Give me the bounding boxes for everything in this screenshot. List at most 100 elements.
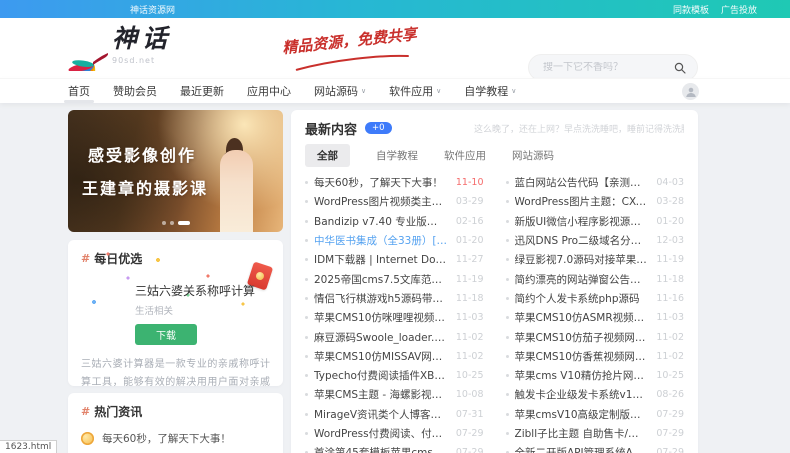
latest-content-card: 最新内容 +0 这么晚了，还在上网？早点洗洗睡吧，睡前记得洗洗脚哦! 全部自学教… — [291, 110, 698, 453]
article-row: Zibll子比主题 自助售卡/发卡插件 源码 | WordPr...07-29 — [506, 424, 685, 443]
article-link[interactable]: 2025帝国cms7.5文库范文自动生成word文档/文... — [314, 272, 448, 287]
article-link[interactable]: 绿豆影视7.0源码对接苹果CMS V10原生影视AP... — [515, 252, 649, 267]
article-date: 07-29 — [456, 447, 484, 453]
download-button[interactable]: 下载 — [135, 324, 197, 345]
article-link[interactable]: 苹果CMS10仿香蕉视频网站源码_MDYS19 — [515, 349, 649, 364]
article-link[interactable]: 中华医书集成（全33册）[传统文化] — [314, 233, 448, 248]
topbar-link[interactable]: 广告投放 — [721, 3, 757, 16]
article-link[interactable]: 苹果CMS10仿MISSAV网站源码_MDYS18 — [314, 349, 448, 364]
article-link[interactable]: 苹果cms V10精仿抢片网自适应模板 — [515, 368, 649, 383]
user-avatar[interactable] — [682, 83, 699, 100]
bullet-icon — [305, 278, 308, 281]
nav-item-网站源码[interactable]: 网站源码∨ — [314, 79, 366, 103]
article-date: 11-02 — [456, 332, 484, 343]
topbar-link[interactable]: 同款模板 — [673, 3, 709, 16]
article-link[interactable]: Bandizip v7.40 专业版激活补丁密钥 — [314, 214, 448, 229]
article-link[interactable]: 苹果CMS主题 - 海螺影视主题v5.3自适应主题/ ... — [314, 387, 448, 402]
nav-item-首页[interactable]: 首页 — [68, 79, 90, 103]
bullet-icon — [506, 239, 509, 242]
chevron-down-icon: ∨ — [436, 87, 441, 95]
daily-item-category: 生活相关 — [135, 303, 270, 317]
article-date: 11-16 — [656, 293, 684, 304]
bullet-icon — [506, 297, 509, 300]
bullet-icon — [305, 316, 308, 319]
article-row: 新版UI微信小程序影视源码 苹果CMS小程序源码 01-20 — [506, 212, 685, 231]
article-date: 03-28 — [656, 196, 684, 207]
logo-domain: 90sd.net — [112, 56, 172, 65]
search-icon[interactable] — [674, 62, 686, 74]
article-link[interactable]: 苹果CMS10仿咪哩哩视频网站源码_MDYS15 — [314, 310, 448, 325]
search-box — [528, 54, 698, 81]
carousel-dot[interactable] — [170, 221, 174, 225]
article-link[interactable]: 苹果CMS10仿茄子视频网站源码_MDYS17 — [515, 330, 649, 345]
article-link[interactable]: 每天60秒，了解天下大事！ — [314, 175, 448, 190]
hot-list: 每天60秒，了解天下大事！彩虹代刷知识付费模板改电版分享 — [81, 431, 270, 453]
nav-item-赞助会员[interactable]: 赞助会员 — [113, 79, 157, 103]
article-link[interactable]: 简约个人发卡系统php源码 — [515, 291, 649, 306]
hero-title-line2: 王建章的摄影课 — [82, 175, 283, 199]
nav-item-应用中心[interactable]: 应用中心 — [247, 79, 291, 103]
bullet-icon — [305, 432, 308, 435]
article-date: 11-03 — [456, 312, 484, 323]
tab-网站源码[interactable]: 网站源码 — [512, 148, 554, 163]
article-link[interactable]: 触发卡企业级发卡系统v13.01修复版源码 — [515, 387, 649, 402]
article-row: 简约个人发卡系统php源码 11-16 — [506, 289, 685, 308]
hot-item-title: 每天60秒，了解天下大事！ — [102, 431, 231, 446]
carousel-dot[interactable] — [162, 221, 166, 225]
article-date: 01-20 — [656, 216, 684, 227]
article-date: 10-25 — [656, 370, 684, 381]
daily-item-title[interactable]: 三姑六婆关系称呼计算 — [135, 282, 270, 299]
article-link[interactable]: 蓝白网站公告代码【亲测可用】HTML简单代码... — [515, 175, 649, 190]
article-date: 11-19 — [456, 274, 484, 285]
bullet-icon — [305, 413, 308, 416]
nav-item-自学教程[interactable]: 自学教程∨ — [464, 79, 516, 103]
article-link[interactable]: 迅风DNS Pro二级域名分发V2.3.3系统源码 — [515, 233, 649, 248]
carousel-dot-active[interactable] — [178, 221, 190, 225]
article-row: 中华医书集成（全33册）[传统文化] 01-20 — [305, 231, 484, 250]
article-link[interactable]: MirageV资讯类个人博客主题源码/WordPress主... — [314, 407, 448, 422]
article-link[interactable]: IDM下载器 | Internet Download Manager (v6..… — [314, 252, 448, 267]
nav-item-软件应用[interactable]: 软件应用∨ — [389, 79, 441, 103]
search-input[interactable] — [529, 62, 674, 73]
article-link[interactable]: WordPress付费阅读、付费下载插件 — [314, 426, 448, 441]
bullet-icon — [305, 200, 308, 203]
article-link[interactable]: 苹果cmsV10高级定制版酷鱼采集插件 — [515, 407, 649, 422]
article-row: 绿豆影视7.0源码对接苹果CMS V10原生影视AP...11-19 — [506, 250, 685, 269]
tab-软件应用[interactable]: 软件应用 — [444, 148, 486, 163]
article-link[interactable]: 新版UI微信小程序影视源码 苹果CMS小程序源码 — [515, 214, 649, 229]
logo-link[interactable]: 神话 90sd.net — [62, 25, 172, 71]
tab-自学教程[interactable]: 自学教程 — [376, 148, 418, 163]
carousel-dots — [162, 221, 190, 225]
gold-medal-icon — [81, 432, 94, 445]
slogan: 精品资源，免费共享 — [281, 23, 419, 77]
article-link[interactable]: 苹果CMS10仿ASMR视频网站源码_MDYS16 — [515, 310, 649, 325]
article-link[interactable]: 简约漂亮的网站弹窗公告源代码 | 使用cookie记录 — [515, 272, 649, 287]
article-link[interactable]: Typecho付费阅读插件XBinPay_v1.1 — [314, 368, 448, 383]
article-link[interactable]: 首涂第45套模板苹果cmsv10仿爱奇艺模板 — [314, 445, 448, 453]
article-row: 迅风DNS Pro二级域名分发V2.3.3系统源码12-03 — [506, 231, 685, 250]
hot-news-item[interactable]: 每天60秒，了解天下大事！ — [81, 431, 270, 446]
topbar-site-name[interactable]: 神话资源网 — [130, 3, 175, 16]
article-link[interactable]: 情侣飞行棋游戏h5源码带uniapp — [314, 291, 448, 306]
latest-col-left: 每天60秒，了解天下大事！11-10WordPress图片视频类主题模板Just… — [305, 173, 484, 453]
bullet-icon — [305, 393, 308, 396]
article-row: 情侣飞行棋游戏h5源码带uniapp11-18 — [305, 289, 484, 308]
article-link[interactable]: WordPress图片主题：CX-UDY3.1主题美女图片... — [515, 194, 649, 209]
article-date: 10-08 — [456, 389, 484, 400]
article-link[interactable]: WordPress图片视频类主题模板JustMediaV2.7.... — [314, 194, 448, 209]
article-link[interactable]: 麻豆源码Swoole_loader.so/SG11扩展集合 — [314, 330, 448, 345]
tab-全部[interactable]: 全部 — [305, 144, 350, 167]
article-link[interactable]: 全新二开版API管理系统API计费源码 全开源 — [515, 445, 649, 453]
logo-feather-icon — [62, 25, 108, 71]
article-row: Bandizip v7.40 专业版激活补丁密钥02-16 — [305, 212, 484, 231]
hash-icon: # — [81, 405, 90, 418]
article-row: 苹果CMS10仿咪哩哩视频网站源码_MDYS15 11-03 — [305, 308, 484, 327]
nav-item-最近更新[interactable]: 最近更新 — [180, 79, 224, 103]
article-row: 苹果CMS10仿香蕉视频网站源码_MDYS1911-02 — [506, 347, 685, 366]
hero-carousel[interactable]: 感受影像创作 王建章的摄影课 — [68, 110, 283, 232]
article-date: 07-29 — [456, 428, 484, 439]
article-date: 01-20 — [456, 235, 484, 246]
bullet-icon — [305, 258, 308, 261]
bullet-icon — [506, 413, 509, 416]
article-link[interactable]: Zibll子比主题 自助售卡/发卡插件 源码 | WordPr... — [515, 426, 649, 441]
